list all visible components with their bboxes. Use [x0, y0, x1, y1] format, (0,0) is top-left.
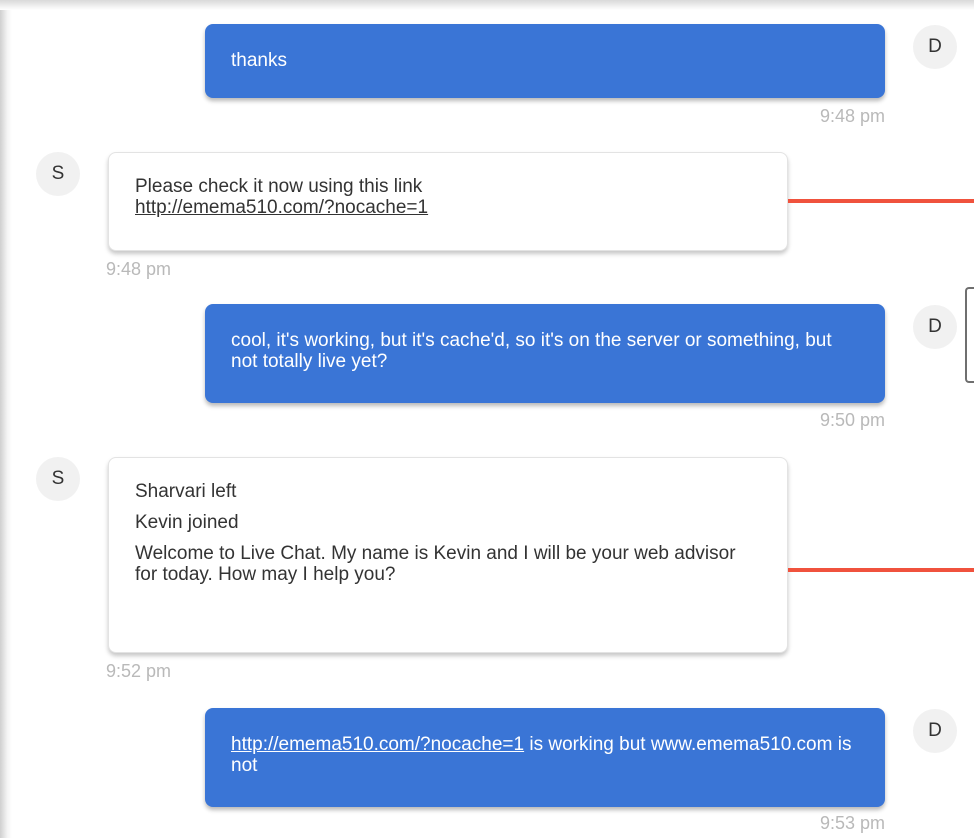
avatar-s: S [36, 152, 80, 196]
message-text: Welcome to Live Chat. My name is Kevin a… [135, 543, 736, 585]
system-message-joined: Kevin joined [135, 512, 239, 533]
avatar-d: D [913, 709, 957, 753]
outgoing-message-bubble: cool, it's working, but it's cache'd, so… [205, 304, 885, 403]
system-message-left: Sharvari left [135, 481, 237, 502]
incoming-message-bubble: Please check it now using this link http… [108, 152, 788, 251]
message-link[interactable]: http://emema510.com/?nocache=1 [135, 197, 428, 218]
side-panel-tab[interactable] [965, 287, 974, 383]
message-timestamp: 9:48 pm [819, 106, 885, 126]
top-edge-shadow [0, 0, 974, 10]
avatar-d: D [913, 25, 957, 69]
message-timestamp: 9:53 pm [819, 813, 885, 833]
annotation-line [788, 199, 974, 203]
incoming-message-bubble: Sharvari left Kevin joined Welcome to Li… [108, 457, 788, 653]
avatar-d: D [913, 305, 957, 349]
avatar-s: S [36, 457, 80, 501]
message-link[interactable]: http://emema510.com/?nocache=1 [231, 734, 524, 755]
message-timestamp: 9:50 pm [819, 410, 885, 430]
chat-window: thanks D 9:48 pm S Please check it now u… [0, 0, 974, 838]
annotation-line [788, 568, 974, 572]
outgoing-message-bubble: http://emema510.com/?nocache=1 is workin… [205, 708, 885, 807]
message-timestamp: 9:52 pm [106, 661, 172, 681]
outgoing-message-bubble: thanks [205, 24, 885, 98]
message-text: thanks [231, 50, 287, 71]
left-edge-shadow [0, 0, 12, 838]
message-timestamp: 9:48 pm [106, 259, 172, 279]
message-text: Please check it now using this link [135, 176, 423, 197]
message-text: cool, it's working, but it's cache'd, so… [231, 330, 832, 372]
